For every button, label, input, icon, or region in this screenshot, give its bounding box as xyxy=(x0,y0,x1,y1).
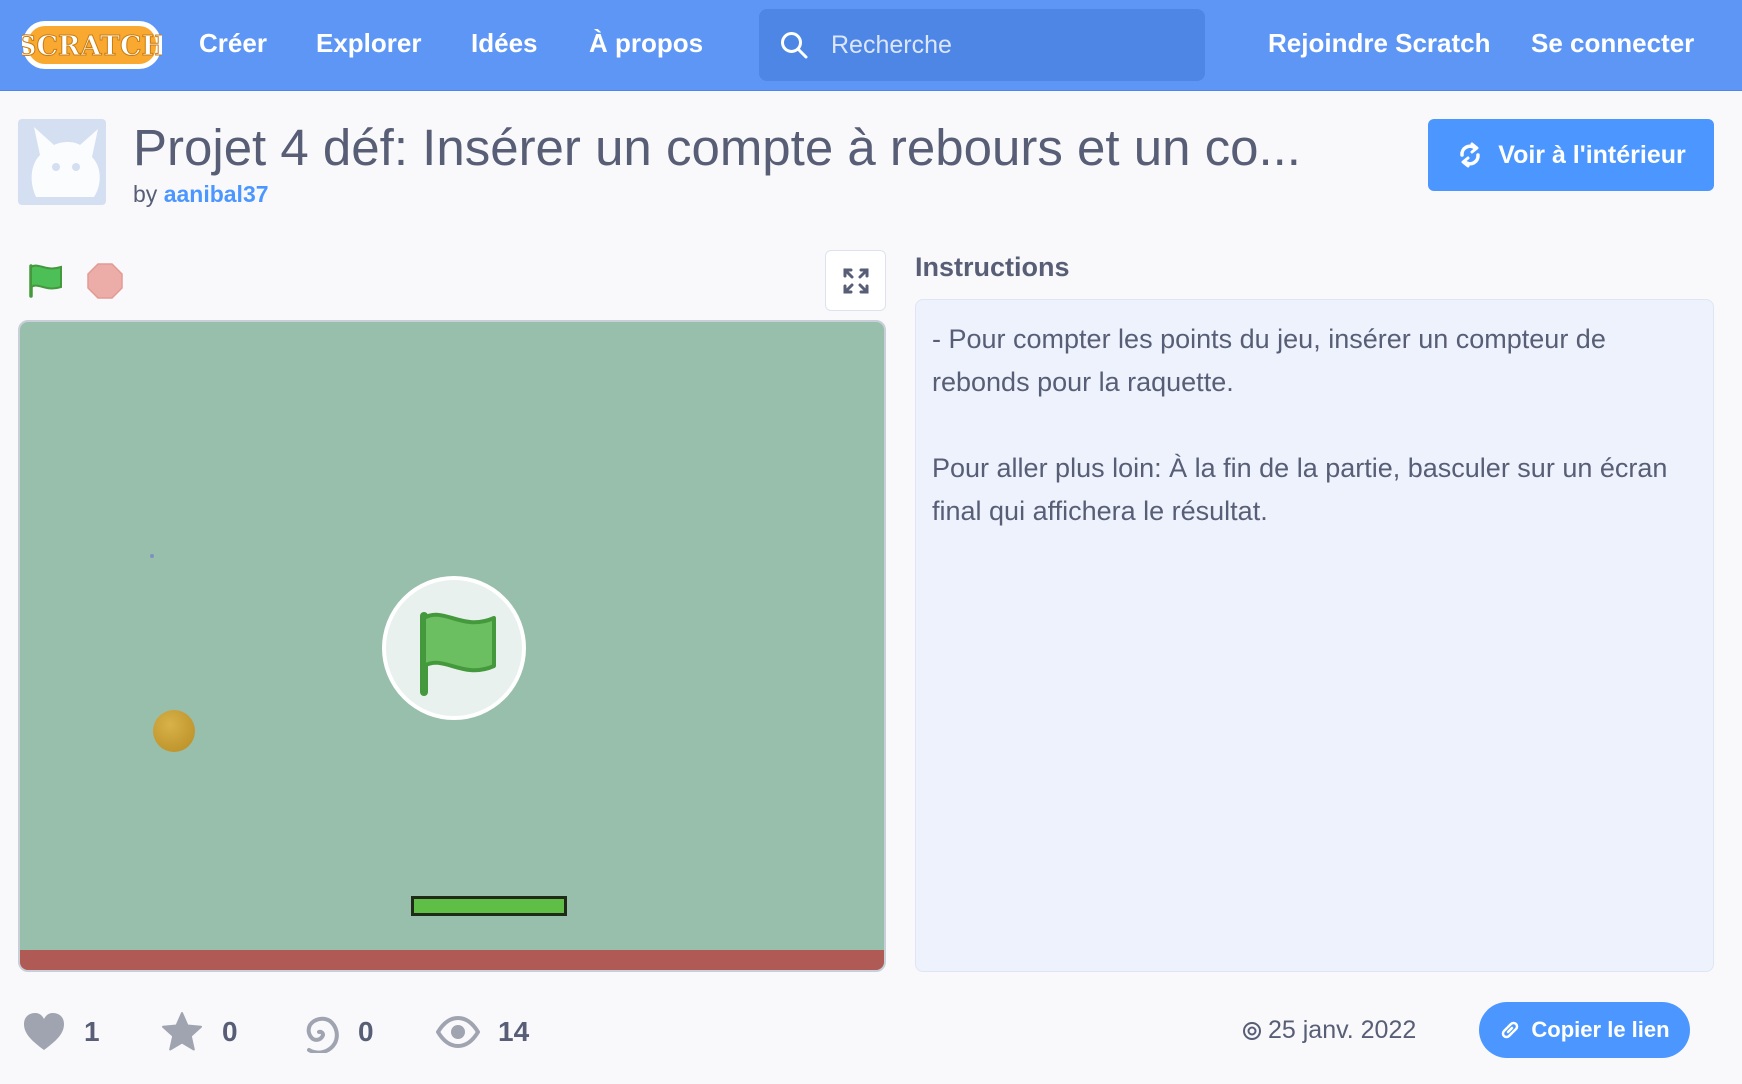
remix-arrows-icon xyxy=(1460,142,1480,168)
instructions-paragraph: - Pour compter les points du jeu, insére… xyxy=(932,324,1606,397)
logo-text: SCRATCH xyxy=(22,31,162,62)
love-stat[interactable]: 1 xyxy=(22,1012,100,1052)
green-flag-button[interactable] xyxy=(27,262,65,300)
by-label: by xyxy=(133,181,158,207)
project-title: Projet 4 déf: Insérer un compte à rebour… xyxy=(133,119,1301,176)
byline: by aanibal37 xyxy=(133,181,269,208)
stage-dot-sprite xyxy=(150,554,154,558)
see-inside-label: Voir à l'intérieur xyxy=(1498,140,1686,169)
heart-icon xyxy=(24,1013,64,1050)
favorite-count: 0 xyxy=(222,1016,238,1047)
search-input[interactable] xyxy=(831,23,1181,67)
paddle-sprite xyxy=(411,896,567,916)
copy-link-label: Copier le lien xyxy=(1531,1017,1670,1042)
nav-link-about[interactable]: À propos xyxy=(589,28,703,59)
join-scratch-link[interactable]: Rejoindre Scratch xyxy=(1268,28,1491,59)
views-stat: 14 xyxy=(436,1012,529,1052)
project-stage[interactable] xyxy=(18,320,886,972)
stop-icon xyxy=(87,263,123,299)
ball-sprite xyxy=(153,710,195,752)
link-icon xyxy=(1502,1021,1519,1039)
stage-floor xyxy=(20,950,884,970)
remix-spiral-icon xyxy=(306,1016,339,1053)
remix-stat: 0 xyxy=(298,1012,374,1053)
nav-link-explore[interactable]: Explorer xyxy=(316,28,422,59)
author-avatar[interactable] xyxy=(18,119,106,205)
instructions-paragraph: Pour aller plus loin: À la fin de la par… xyxy=(932,453,1668,526)
views-count: 14 xyxy=(498,1016,530,1047)
stop-button[interactable] xyxy=(86,262,124,300)
remix-count: 0 xyxy=(358,1016,374,1047)
share-date: 25 janv. 2022 xyxy=(1242,1016,1416,1045)
green-flag-icon xyxy=(29,264,62,298)
fullscreen-icon xyxy=(843,268,869,294)
star-icon xyxy=(162,1012,202,1051)
search-icon xyxy=(781,32,808,59)
nav-link-create[interactable]: Créer xyxy=(199,28,267,59)
instructions-box: - Pour compter les points du jeu, insére… xyxy=(915,299,1714,972)
copy-link-button[interactable]: Copier le lien xyxy=(1479,1002,1690,1058)
nav-link-ideas[interactable]: Idées xyxy=(471,28,538,59)
share-date-icon xyxy=(1243,1021,1261,1040)
sign-in-link[interactable]: Se connecter xyxy=(1531,28,1694,59)
author-link[interactable]: aanibal37 xyxy=(164,181,269,207)
cat-avatar-icon xyxy=(31,127,100,197)
start-overlay-button[interactable] xyxy=(382,576,526,720)
favorite-stat[interactable]: 0 xyxy=(160,1012,238,1052)
fullscreen-button[interactable] xyxy=(825,250,886,311)
green-flag-icon xyxy=(420,612,496,696)
date-text: 25 janv. 2022 xyxy=(1268,1016,1417,1044)
top-nav: SCRATCH Créer Explorer Idées À propos Re… xyxy=(0,0,1742,91)
love-count: 1 xyxy=(84,1016,100,1047)
instructions-heading: Instructions xyxy=(915,252,1070,282)
scratch-logo[interactable]: SCRATCH xyxy=(17,18,168,72)
see-inside-button[interactable]: Voir à l'intérieur xyxy=(1428,119,1714,191)
eye-icon xyxy=(436,1016,480,1048)
search-box xyxy=(759,9,1205,81)
